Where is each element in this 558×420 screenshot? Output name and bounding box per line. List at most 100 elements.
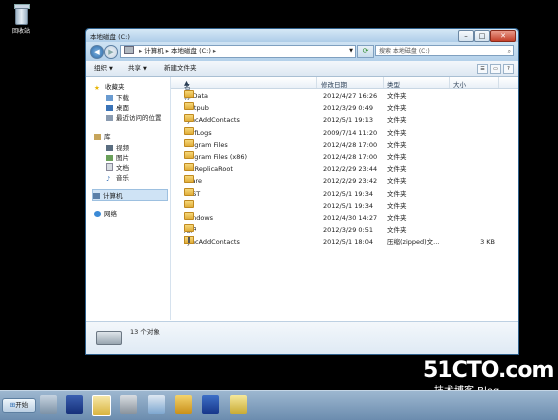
file-date: 2009/7/14 11:20 [323,128,378,137]
maximize-button[interactable]: □ [474,30,490,42]
explorer-window: 本地磁盘 (C:) – □ ✕ ◀ ▶ ▸ 计算机 ▸ 本地磁盘 (C:) ▸ ▼ ⟳ … [85,28,519,355]
file-row[interactable]: TEST 2012/5/1 19:34 文件夹 [171,187,518,200]
computer-icon [93,193,100,199]
folder-icon [184,114,194,123]
file-date: 2012/4/28 17:00 [323,153,378,161]
nav-item-downloads[interactable]: 下载 [106,92,129,102]
file-row[interactable]: CoData 2012/4/27 16:26 文件夹 [171,90,518,102]
column-size[interactable]: 大小 [453,79,466,89]
organize-menu[interactable]: 组织 ▼ [94,64,113,74]
file-row[interactable]: RtcReplicaRoot 2012/2/29 23:44 文件夹 [171,163,518,175]
file-name: Windows [184,212,214,222]
breadcrumb-drive[interactable]: 本地磁盘 (C:) [171,47,211,55]
folder-icon [184,138,194,147]
folder-icon [184,224,194,233]
powershell-icon[interactable] [66,395,83,414]
file-date: 2012/4/30 14:27 [323,214,378,222]
recycle-bin-desktop-icon[interactable]: 回收站 [6,4,36,35]
command-bar: 组织 ▼ 共享 ▼ 新建文件夹 ☰ ▭ ? [86,61,518,77]
column-type[interactable]: 类型 [387,79,400,89]
details-pane: 13 个对象 [86,321,518,354]
address-row: ◀ ▶ ▸ 计算机 ▸ 本地磁盘 (C:) ▸ ▼ ⟳ 搜索 本地磁盘 (C:) ⌕ [86,42,518,61]
nav-libraries[interactable]: 库 [94,131,111,141]
drive-icon [124,46,134,54]
file-size: 3 KB [480,238,495,247]
nav-item-recent[interactable]: 最近访问的位置 [106,112,162,122]
tools-icon[interactable] [120,395,137,414]
file-date: 2012/4/27 16:26 [323,92,378,100]
file-date: 2012/5/1 18:04 [323,238,373,247]
recycle-bin-icon [13,4,30,25]
help-icon[interactable]: ? [503,64,514,74]
file-type: 文件夹 [387,104,407,113]
folder-icon [184,126,194,135]
share-menu[interactable]: 共享 ▼ [128,64,147,74]
file-type: 文件夹 [387,214,407,222]
column-name[interactable]: 名称 ▲ [184,79,191,101]
file-row[interactable]: share 2012/2/29 23:42 文件夹 [171,175,518,187]
forward-button[interactable]: ▶ [104,45,118,59]
nav-item-videos[interactable]: 视频 [106,142,129,152]
explorer-taskbar-icon[interactable] [92,395,111,416]
navigation-pane: ★ 收藏夹 下载 桌面 最近访问的位置 库 视频 图片 文档 ♪ 音乐 计算机 网络 [86,77,171,320]
nav-item-documents[interactable]: 文档 [106,162,129,172]
network-tool-icon[interactable] [148,395,165,414]
music-icon: ♪ [106,175,111,183]
file-row[interactable]: 用户 2012/3/29 0:51 文件夹 [171,224,518,236]
zip-file-icon [184,236,194,245]
file-row[interactable]: inetpub 2012/3/29 0:49 文件夹 [171,102,518,114]
folder-icon [184,175,194,184]
nav-network[interactable]: 网络 [94,208,117,218]
notepad-icon[interactable] [230,395,247,414]
file-row[interactable]: PerfLogs 2009/7/14 11:20 文件夹 [171,126,518,139]
file-row[interactable]: LyncAddContacts 2012/5/1 19:13 文件夹 [171,114,518,126]
file-type: 压缩(zipped)文... [387,238,440,247]
column-headers: 名称 ▲ 修改日期 类型 大小 [171,77,518,101]
search-input[interactable]: 搜索 本地磁盘 (C:) ⌕ [375,45,514,56]
file-list: 名称 ▲ 修改日期 类型 大小 CoData 2012/4/27 16:26 文件夹… [171,77,518,320]
file-type: 文件夹 [387,226,407,235]
server-manager-icon[interactable] [40,395,57,414]
view-options-icon[interactable]: ☰ [477,64,488,74]
address-bar[interactable]: ▸ 计算机 ▸ 本地磁盘 (C:) ▸ ▼ [120,45,356,58]
file-row[interactable]: Windows 2012/4/30 14:27 文件夹 [171,212,518,224]
file-row[interactable]: TP 2012/5/1 19:34 文件夹 [171,199,518,212]
nav-item-music[interactable]: ♪ 音乐 [106,172,129,183]
users-icon[interactable] [175,395,192,414]
lync-shell-icon[interactable] [202,395,219,414]
refresh-button[interactable]: ⟳ [357,45,374,58]
breadcrumb-computer[interactable]: 计算机 [144,47,164,55]
file-date: 2012/4/28 17:00 [323,140,378,149]
new-folder-button[interactable]: 新建文件夹 [164,64,197,73]
file-name: TEST [184,187,200,200]
close-button[interactable]: ✕ [490,30,516,42]
file-date: 2012/5/1 19:13 [323,116,373,125]
nav-favorites[interactable]: ★ 收藏夹 [94,81,125,92]
file-row[interactable]: Program Files 2012/4/28 17:00 文件夹 [171,138,518,151]
search-icon[interactable]: ⌕ [508,46,511,57]
file-type: 文件夹 [387,116,407,125]
file-row[interactable]: Program Files (x86) 2012/4/28 17:00 文件夹 [171,151,518,163]
folder-icon [184,199,194,208]
file-name: share [184,175,202,187]
file-type: 文件夹 [387,153,407,161]
file-row[interactable]: LyncAddContacts 2012/5/1 18:04 压缩(zipped)文… [171,236,518,248]
file-name: Program Files [184,138,228,149]
document-icon [106,163,113,171]
preview-pane-icon[interactable]: ▭ [490,64,501,74]
system-tray [552,397,554,405]
title-bar[interactable]: 本地磁盘 (C:) – □ ✕ [86,29,518,42]
column-date[interactable]: 修改日期 [321,79,347,89]
network-icon [94,211,101,217]
start-button[interactable]: ⊞开始 [2,398,36,413]
address-dropdown-icon[interactable]: ▼ [349,46,353,57]
nav-item-desktop[interactable]: 桌面 [106,102,129,112]
video-icon [106,145,113,151]
minimize-button[interactable]: – [458,30,474,42]
star-icon: ★ [94,84,100,92]
library-icon [94,134,101,140]
nav-item-pictures[interactable]: 图片 [106,152,129,162]
back-button[interactable]: ◀ [90,45,104,59]
file-type: 文件夹 [387,189,407,198]
nav-computer[interactable]: 计算机 [92,189,168,201]
